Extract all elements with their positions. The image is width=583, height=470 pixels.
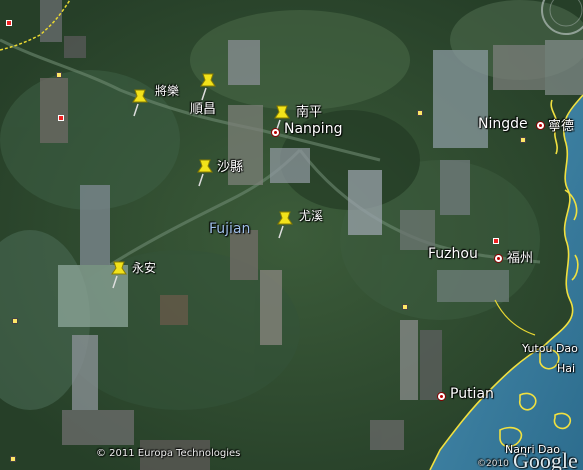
pin-label: 沙縣 bbox=[217, 160, 244, 175]
poi-marker-red[interactable] bbox=[6, 20, 12, 26]
city-dot[interactable] bbox=[494, 254, 503, 263]
pin-label: 南平 bbox=[296, 105, 323, 120]
poi-marker[interactable] bbox=[417, 110, 423, 116]
pin-label: 將樂 bbox=[155, 84, 180, 98]
poi-marker[interactable] bbox=[12, 318, 18, 324]
city-label: Ningde bbox=[478, 116, 528, 132]
pin-label: 順昌 bbox=[190, 102, 217, 117]
city-dot[interactable] bbox=[271, 128, 280, 137]
city-dot[interactable] bbox=[437, 392, 446, 401]
pin-marker[interactable] bbox=[194, 158, 216, 188]
pin-label: 尤溪 bbox=[299, 209, 324, 223]
pin-marker[interactable] bbox=[108, 260, 130, 290]
city-label: Putian bbox=[450, 386, 494, 402]
region-label: Fujian bbox=[209, 221, 251, 237]
logo-year: ©2010 bbox=[477, 459, 509, 469]
copyright-text: © 2011 Europa Technologies bbox=[96, 448, 241, 459]
city-dot[interactable] bbox=[536, 121, 545, 130]
city-label: Fuzhou bbox=[428, 246, 478, 262]
pushpin-icon bbox=[132, 89, 148, 117]
pin-marker[interactable] bbox=[274, 210, 296, 240]
poi-marker-red[interactable] bbox=[58, 115, 64, 121]
island-label: Yutou Dao bbox=[522, 342, 578, 355]
sea-label: Hai bbox=[557, 362, 576, 375]
pushpin-icon bbox=[197, 159, 213, 187]
pin-marker[interactable] bbox=[129, 88, 151, 118]
city-label: Nanping bbox=[284, 121, 343, 137]
pin-label: 永安 bbox=[132, 261, 157, 275]
compass-icon[interactable] bbox=[538, 0, 583, 38]
city-label-local: 福州 bbox=[507, 251, 534, 266]
pushpin-icon bbox=[111, 261, 127, 289]
poi-marker[interactable] bbox=[56, 72, 62, 78]
pushpin-icon bbox=[277, 211, 293, 239]
city-label-local: 寧德 bbox=[548, 119, 575, 134]
google-logo: Google bbox=[513, 448, 578, 470]
poi-marker-red[interactable] bbox=[493, 238, 499, 244]
map-viewport[interactable]: 將樂 順昌 南平 沙縣 尤溪 永安 Fujian Nanping Ningde … bbox=[0, 0, 583, 470]
poi-marker[interactable] bbox=[10, 456, 16, 462]
poi-marker[interactable] bbox=[520, 137, 526, 143]
poi-marker[interactable] bbox=[402, 304, 408, 310]
